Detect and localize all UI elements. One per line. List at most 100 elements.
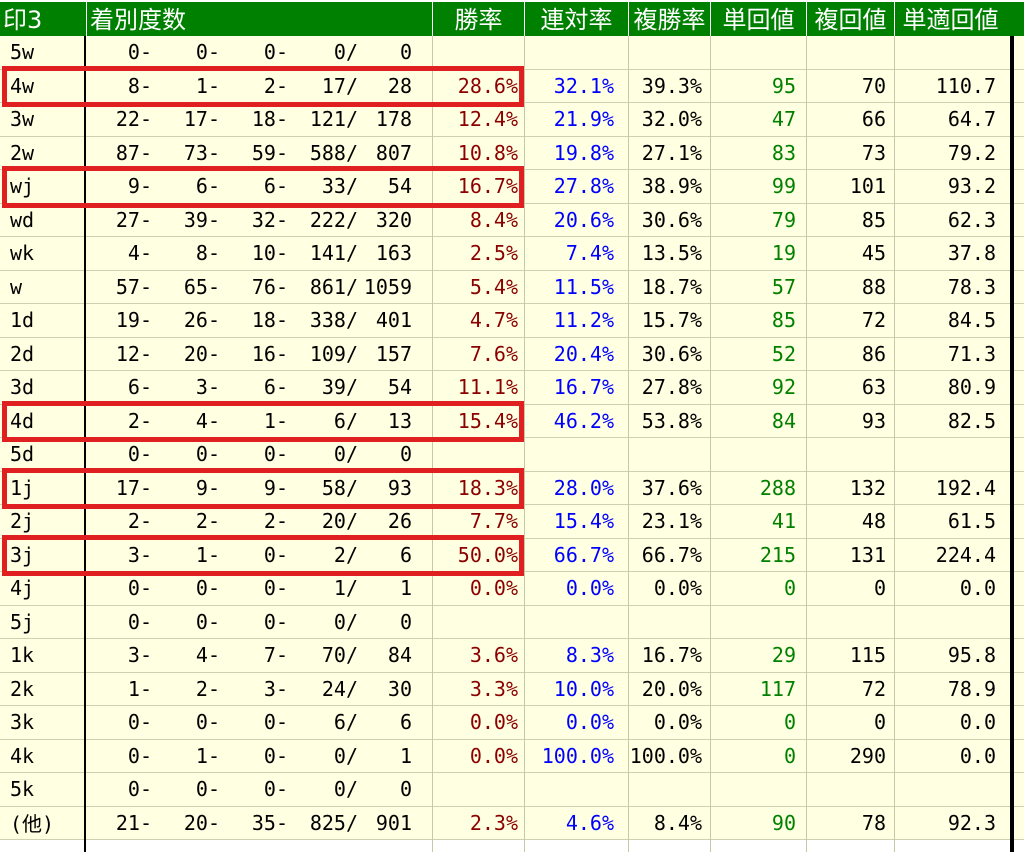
- cell-rentai-rate[interactable]: 20.6%: [524, 204, 614, 237]
- cell-other[interactable]: 58/: [294, 472, 358, 505]
- cell-first[interactable]: 2-: [92, 405, 152, 438]
- cell-tan-value[interactable]: [708, 36, 796, 69]
- cell-tan-value[interactable]: [708, 773, 796, 806]
- cell-win-rate[interactable]: 7.6%: [432, 338, 518, 371]
- cell-fuku-value[interactable]: 63: [806, 371, 886, 404]
- cell-first[interactable]: 6-: [92, 371, 152, 404]
- cell-tan-value[interactable]: 215: [708, 539, 796, 572]
- cell-mark[interactable]: 1k: [10, 639, 70, 672]
- cell-first[interactable]: 0-: [92, 706, 152, 739]
- cell-rentai-rate[interactable]: 32.1%: [524, 70, 614, 103]
- cell-tan-value[interactable]: 95: [708, 70, 796, 103]
- cell-total[interactable]: 6: [360, 706, 412, 739]
- cell-tan-value[interactable]: 19: [708, 237, 796, 270]
- cell-fukusho-rate[interactable]: [618, 606, 702, 639]
- cell-mark[interactable]: 2j: [10, 505, 70, 538]
- cell-first[interactable]: 17-: [92, 472, 152, 505]
- cell-fuku-value[interactable]: 93: [806, 405, 886, 438]
- cell-fukusho-rate[interactable]: 8.4%: [618, 807, 702, 840]
- cell-fukusho-rate[interactable]: 27.8%: [618, 371, 702, 404]
- cell-other[interactable]: 24/: [294, 673, 358, 706]
- cell-other[interactable]: 861/: [294, 271, 358, 304]
- cell-third[interactable]: 2-: [228, 70, 288, 103]
- cell-first[interactable]: 2-: [92, 505, 152, 538]
- cell-fukusho-rate[interactable]: 100.0%: [618, 740, 702, 773]
- cell-mark[interactable]: 3j: [10, 539, 70, 572]
- cell-second[interactable]: 4-: [160, 639, 220, 672]
- cell-rentai-rate[interactable]: 19.8%: [524, 137, 614, 170]
- cell-tan-value[interactable]: 85: [708, 304, 796, 337]
- cell-fuku-value[interactable]: 78: [806, 807, 886, 840]
- cell-first[interactable]: 12-: [92, 338, 152, 371]
- cell-total[interactable]: 84: [360, 639, 412, 672]
- cell-rentai-rate[interactable]: 100.0%: [524, 740, 614, 773]
- cell-total[interactable]: 0: [360, 36, 412, 69]
- cell-first[interactable]: 1-: [92, 673, 152, 706]
- cell-second[interactable]: 0-: [160, 706, 220, 739]
- cell-third[interactable]: 0-: [228, 539, 288, 572]
- cell-rentai-rate[interactable]: 11.2%: [524, 304, 614, 337]
- cell-first[interactable]: 3-: [92, 639, 152, 672]
- cell-tekiou-value[interactable]: 110.7: [894, 70, 996, 103]
- cell-first[interactable]: 0-: [92, 572, 152, 605]
- cell-other[interactable]: 33/: [294, 170, 358, 203]
- cell-tekiou-value[interactable]: 92.3: [894, 807, 996, 840]
- cell-fuku-value[interactable]: 131: [806, 539, 886, 572]
- cell-total[interactable]: 30: [360, 673, 412, 706]
- cell-total[interactable]: 178: [360, 103, 412, 136]
- cell-fukusho-rate[interactable]: 32.0%: [618, 103, 702, 136]
- cell-rentai-rate[interactable]: 15.4%: [524, 505, 614, 538]
- cell-total[interactable]: 0: [360, 606, 412, 639]
- cell-mark[interactable]: 5j: [10, 606, 70, 639]
- cell-second[interactable]: 2-: [160, 673, 220, 706]
- cell-win-rate[interactable]: 3.6%: [432, 639, 518, 672]
- cell-fuku-value[interactable]: 88: [806, 271, 886, 304]
- cell-win-rate[interactable]: [432, 773, 518, 806]
- cell-rentai-rate[interactable]: 27.8%: [524, 170, 614, 203]
- cell-win-rate[interactable]: 4.7%: [432, 304, 518, 337]
- cell-mark[interactable]: (他): [10, 807, 70, 840]
- cell-win-rate[interactable]: 11.1%: [432, 371, 518, 404]
- cell-third[interactable]: 7-: [228, 639, 288, 672]
- cell-total[interactable]: 6: [360, 539, 412, 572]
- cell-third[interactable]: 0-: [228, 36, 288, 69]
- cell-tekiou-value[interactable]: 0.0: [894, 740, 996, 773]
- cell-third[interactable]: 6-: [228, 371, 288, 404]
- cell-second[interactable]: 0-: [160, 572, 220, 605]
- cell-first[interactable]: 3-: [92, 539, 152, 572]
- cell-second[interactable]: 8-: [160, 237, 220, 270]
- cell-third[interactable]: 0-: [228, 572, 288, 605]
- cell-total[interactable]: 1059: [360, 271, 412, 304]
- cell-tan-value[interactable]: 84: [708, 405, 796, 438]
- cell-third[interactable]: 0-: [228, 706, 288, 739]
- cell-rentai-rate[interactable]: [524, 773, 614, 806]
- cell-fukusho-rate[interactable]: 30.6%: [618, 204, 702, 237]
- cell-tan-value[interactable]: 92: [708, 371, 796, 404]
- cell-second[interactable]: 20-: [160, 807, 220, 840]
- cell-second[interactable]: 26-: [160, 304, 220, 337]
- cell-third[interactable]: 35-: [228, 807, 288, 840]
- cell-other[interactable]: 0/: [294, 740, 358, 773]
- cell-mark[interactable]: wj: [10, 170, 70, 203]
- cell-tekiou-value[interactable]: 71.3: [894, 338, 996, 371]
- cell-fuku-value[interactable]: 48: [806, 505, 886, 538]
- cell-fuku-value[interactable]: 72: [806, 673, 886, 706]
- cell-fuku-value[interactable]: 0: [806, 706, 886, 739]
- cell-third[interactable]: 1-: [228, 405, 288, 438]
- cell-rentai-rate[interactable]: 0.0%: [524, 572, 614, 605]
- cell-second[interactable]: 6-: [160, 170, 220, 203]
- cell-second[interactable]: 1-: [160, 740, 220, 773]
- cell-total[interactable]: 1: [360, 572, 412, 605]
- cell-third[interactable]: 18-: [228, 304, 288, 337]
- cell-win-rate[interactable]: 16.7%: [432, 170, 518, 203]
- cell-win-rate[interactable]: 3.3%: [432, 673, 518, 706]
- cell-second[interactable]: 65-: [160, 271, 220, 304]
- cell-rentai-rate[interactable]: [524, 438, 614, 471]
- cell-fukusho-rate[interactable]: 27.1%: [618, 137, 702, 170]
- cell-mark[interactable]: 3w: [10, 103, 70, 136]
- cell-win-rate[interactable]: 0.0%: [432, 740, 518, 773]
- cell-tekiou-value[interactable]: 62.3: [894, 204, 996, 237]
- cell-third[interactable]: 0-: [228, 438, 288, 471]
- cell-mark[interactable]: 4w: [10, 70, 70, 103]
- cell-other[interactable]: 121/: [294, 103, 358, 136]
